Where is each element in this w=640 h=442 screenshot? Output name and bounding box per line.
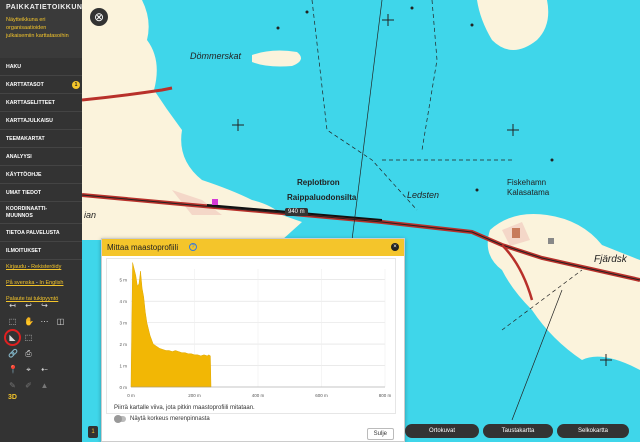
distance-badge: 940 m [285,208,308,216]
menu-item-search[interactable]: HAKU [0,58,82,76]
x-tick-label: 400 m [252,393,265,398]
three-d-button[interactable]: 3D [8,394,78,401]
help-icon[interactable]: ? [189,243,197,251]
sea-level-toggle-label: Näytä korkeus merenpinnasta [130,416,210,422]
pan-back-icon[interactable]: ↤ [8,301,17,310]
menu-item-coordinate-transform[interactable]: KOORDINAATTI- MUUNNOS [0,202,82,224]
place-label-kalasatama: Kalasatama [507,188,550,197]
elevation-area [130,262,212,388]
terrain-profile-icon[interactable]: ◣ [4,328,21,346]
menu-item-label: KOORDINAATTI- MUUNNOS [6,206,48,219]
y-tick-label: 4 m [119,299,127,304]
menu-item-legends[interactable]: KARTTASELITTEET [0,94,82,112]
menu-item-about[interactable]: TIETOA PALVELUSTA [0,224,82,242]
y-tick-label: 5 m [119,278,127,283]
measure-line-icon[interactable]: ⋯ [40,317,49,326]
y-tick-label: 3 m [119,321,127,326]
menu-item-publish[interactable]: KARTTAJULKAISU [0,112,82,130]
select-area-icon[interactable]: ⬚ [24,333,33,342]
place-label-raippaluodonsilta: Raippaluodonsilta [287,193,357,202]
draw-point-icon[interactable]: ✎ [8,381,17,390]
menu-item-help[interactable]: KÄYTTÖOHJE [0,166,82,184]
language-links: På svenska - In English [6,280,76,286]
place-label-fiskehamn: Fiskehamn [507,178,547,187]
account-links: Kirjaudu - Rekisteröidy På svenska - In … [0,260,82,302]
menu-item-label: UMAT TIEDOT [6,190,42,196]
close-button[interactable]: Sulje [366,428,394,440]
map-tool-bottom-button[interactable]: 1 [88,426,98,438]
place-label-ledsten: Ledsten [407,190,440,200]
menu-item-label: KARTTASELITTEET [6,100,55,106]
coordinate-tool-icon[interactable]: ⌖ [24,365,33,374]
english-link[interactable]: In English [39,280,63,286]
draw-line-icon[interactable]: ✐ [24,381,33,390]
sea-level-toggle[interactable] [114,415,126,423]
menu-item-label: KARTTAJULKAISU [6,118,53,124]
menu-item-analysis[interactable]: ANALYYSI [0,148,82,166]
redo-icon[interactable]: ↪ [40,301,49,310]
profile-chart: 0 m 1 m 2 m 3 m 4 m 5 m 0 m 200 m 400 m 600 m 800 … [106,258,396,414]
tagline-line: Näytteikkuna eri [6,17,46,23]
swedish-link[interactable]: På svenska [6,280,34,286]
menu-item-label: KÄYTTÖOHJE [6,172,42,178]
toolbar: ↤ ↩ ↪ ⬚ ✋ ⋯ ◫ ◣ ⬚ 🔗 ⎙ 📍 ⌖ ⇠ ✎ ✐ ▲ 3D [4,298,78,401]
basemap-ortho-button[interactable]: Ortokuvat [405,424,479,438]
menu-item-thematic[interactable]: TEEMAKARTAT [0,130,82,148]
instruction-text: Piirrä kartalle viiva, jota pitkin maast… [114,405,255,411]
sidebar: PAIKKATIETOIKKUNA Näytteikkuna eri organ… [0,0,88,442]
menu-item-notifications[interactable]: ILMOITUKSET [0,242,82,260]
zoom-box-icon[interactable]: ⬚ [8,317,17,326]
draw-area-icon[interactable]: ▲ [40,381,49,390]
login-link[interactable]: Kirjaudu [6,264,26,270]
x-tick-label: 800 m [379,393,392,398]
menu-item-layers[interactable]: KARTTATASOT 1 [0,76,82,94]
feedback-pin-icon[interactable]: 📍 [8,365,18,374]
y-tick-label: 0 m [119,385,127,390]
print-icon[interactable]: ⎙ [24,349,33,358]
menu-item-label: TEEMAKARTAT [6,136,45,142]
brand-title: PAIKKATIETOIKKUNA [6,4,88,11]
main-menu: HAKU KARTTATASOT 1 KARTTASELITTEET KARTTA… [0,58,82,260]
x-tick-label: 600 m [315,393,328,398]
panel-header: Mittaa maastoprofiili ? × [102,239,404,256]
y-tick-label: 1 m [119,364,127,369]
measure-area-icon[interactable]: ◫ [56,317,65,326]
panel-title: Mittaa maastoprofiili [107,243,179,252]
tagline-line: organisaatioiden [6,25,47,31]
place-label-partial: ian [84,210,97,220]
basemap-guide-button[interactable]: Selkokartta [557,424,629,438]
register-link[interactable]: Rekisteröidy [31,264,61,270]
y-tick-label: 2 m [119,342,127,347]
sea-level-toggle-row: Näytä korkeus merenpinnasta [114,415,210,423]
menu-item-label: HAKU [6,64,21,70]
layers-count-badge: 1 [72,81,80,89]
close-icon[interactable]: × [391,243,399,251]
profile-chart-svg: 0 m 1 m 2 m 3 m 4 m 5 m 0 m 200 m 400 m 600 m 800 … [119,262,392,398]
place-label-dommerskat: Dömmerskat [190,51,242,61]
x-tick-label: 200 m [188,393,201,398]
menu-item-label: KARTTATASOT [6,82,44,88]
login-register-links: Kirjaudu - Rekisteröidy [6,264,76,270]
menu-item-label: ANALYYSI [6,154,32,160]
logo[interactable]: PAIKKATIETOIKKUNA Näytteikkuna eri organ… [0,0,88,58]
pan-hand-icon[interactable]: ✋ [24,317,34,326]
basemap-background-button[interactable]: Taustakartta [483,424,553,438]
place-label-fjardsk: Fjärdsk [594,254,627,265]
undo-icon[interactable]: ↩ [24,301,33,310]
feature-info-icon[interactable]: ⇠ [40,365,49,374]
menu-item-own-data[interactable]: UMAT TIEDOT [0,184,82,202]
tagline-line: julkaisemiin karttatasoihin [6,33,69,39]
menu-item-label: TIETOA PALVELUSTA [6,230,60,236]
terrain-profile-panel: Mittaa maastoprofiili ? × 0 m 1 m 2 m 3 m 4 … [101,238,405,442]
x-tick-label: 0 m [127,393,135,398]
menu-item-label: ILMOITUKSET [6,248,42,254]
place-label-replotbron: Replotbron [297,178,340,187]
link-icon[interactable]: 🔗 [8,349,18,358]
close-map-tool-icon[interactable]: ⊗ [90,8,108,26]
